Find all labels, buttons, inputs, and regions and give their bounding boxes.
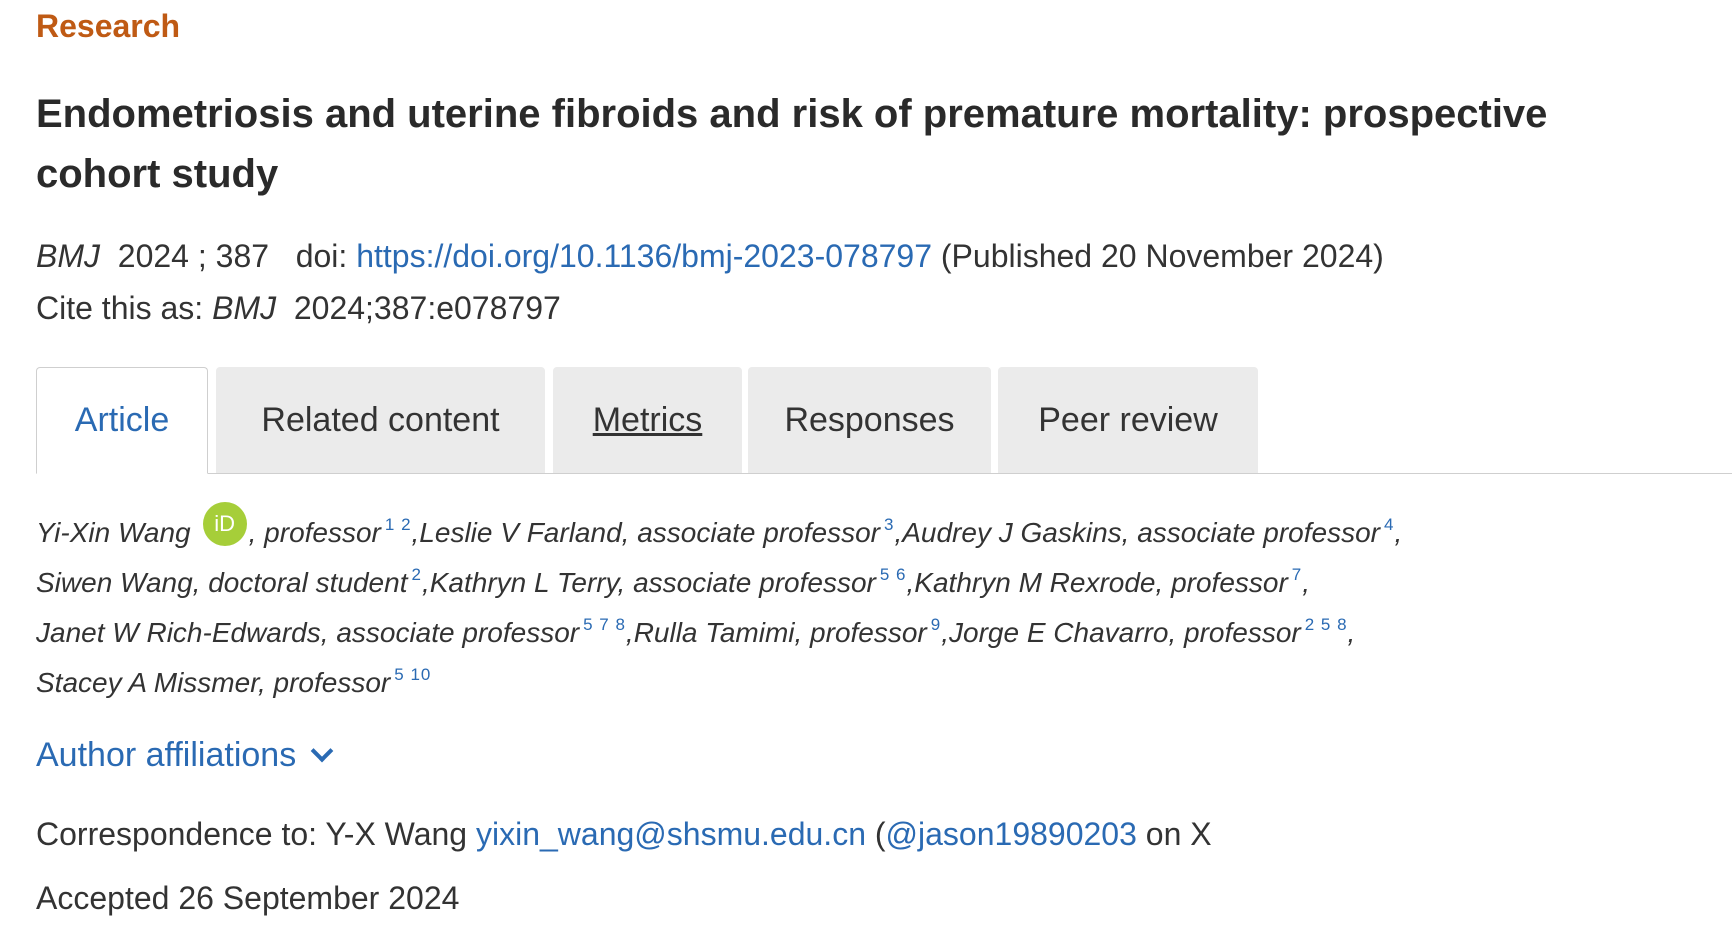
tab-article-label: Article bbox=[74, 401, 170, 439]
cite-as-value: 2024;387:e078797 bbox=[293, 290, 561, 326]
chevron-down-icon bbox=[310, 739, 334, 762]
correspondence-suffix: on X bbox=[1145, 816, 1212, 852]
correspondence-prefix: Correspondence to: Y-X Wang bbox=[36, 816, 468, 852]
author-separator: , bbox=[1302, 567, 1311, 598]
citation-separator: ; bbox=[197, 238, 207, 274]
article-tabs: Article Related content Metrics Response… bbox=[36, 367, 1732, 474]
author-name[interactable]: Janet W Rich-Edwards, associate professo… bbox=[36, 617, 579, 648]
author-name[interactable]: Stacey A Missmer, professor bbox=[36, 667, 390, 698]
tab-responses[interactable]: Responses bbox=[748, 367, 991, 473]
affiliation-ref[interactable]: 9 bbox=[931, 615, 941, 634]
author-name[interactable]: ,Rulla Tamimi, professor bbox=[626, 617, 927, 648]
tab-peer-review-label: Peer review bbox=[1038, 400, 1218, 439]
accepted-date: Accepted 26 September 2024 bbox=[36, 880, 460, 916]
affiliation-ref[interactable]: 2 5 8 bbox=[1305, 615, 1348, 634]
tab-related-content-label: Related content bbox=[261, 400, 500, 439]
cite-as-line: Cite this as: BMJ 2024;387:e078797 bbox=[36, 290, 561, 327]
author-role: , professor bbox=[248, 517, 381, 548]
author-line-4: Stacey A Missmer, professor 5 10 bbox=[36, 658, 1716, 708]
author-name[interactable]: Siwen Wang, doctoral student bbox=[36, 567, 407, 598]
tab-metrics[interactable]: Metrics bbox=[553, 367, 742, 473]
affiliation-ref[interactable]: 3 bbox=[884, 515, 894, 534]
affiliation-ref[interactable]: 5 10 bbox=[394, 665, 431, 684]
affiliation-ref[interactable]: 4 bbox=[1384, 515, 1394, 534]
handle-open-paren: ( bbox=[874, 816, 886, 852]
orcid-icon[interactable]: iD bbox=[202, 502, 247, 546]
citation-line: BMJ 2024 ; 387 doi: https://doi.org/10.1… bbox=[36, 238, 1384, 275]
author-line-3: Janet W Rich-Edwards, associate professo… bbox=[36, 608, 1716, 658]
author-name[interactable]: ,Kathryn L Terry, associate professor bbox=[422, 567, 876, 598]
doi-link[interactable]: https://doi.org/10.1136/bmj-2023-078797 bbox=[356, 238, 932, 274]
x-handle-link[interactable]: @jason19890203 bbox=[886, 816, 1137, 852]
tab-metrics-label: Metrics bbox=[592, 400, 703, 439]
author-affiliations-label: Author affiliations bbox=[36, 736, 297, 774]
cite-as-journal: BMJ bbox=[212, 290, 277, 326]
tab-responses-label: Responses bbox=[784, 400, 955, 439]
tab-peer-review[interactable]: Peer review bbox=[998, 367, 1258, 473]
author-name[interactable]: ,Leslie V Farland, associate professor bbox=[412, 517, 880, 548]
citation-year: 2024 bbox=[117, 238, 189, 274]
author-affiliations-toggle[interactable]: Author affiliations bbox=[36, 736, 334, 775]
author-list: Yi-Xin Wang iD, professor 1 2,Leslie V Far… bbox=[36, 502, 1716, 708]
tab-article[interactable]: Article bbox=[36, 367, 208, 474]
cite-as-label: Cite this as: bbox=[36, 290, 204, 326]
author-line-2: Siwen Wang, doctoral student 2,Kathryn L … bbox=[36, 558, 1716, 608]
affiliation-ref[interactable]: 7 bbox=[1292, 565, 1302, 584]
author-separator: , bbox=[1394, 517, 1403, 548]
tab-related-content[interactable]: Related content bbox=[216, 367, 545, 473]
tabs-divider bbox=[36, 473, 1732, 474]
doi-label: doi: bbox=[295, 238, 348, 274]
author-name[interactable]: ,Jorge E Chavarro, professor bbox=[941, 617, 1301, 648]
citation-volume: 387 bbox=[215, 238, 270, 274]
correspondence-email-link[interactable]: yixin_wang@shsmu.edu.cn bbox=[476, 816, 866, 852]
author-name[interactable]: ,Audrey J Gaskins, associate professor bbox=[894, 517, 1380, 548]
journal-name: BMJ bbox=[36, 238, 100, 274]
author-name[interactable]: Yi-Xin Wang bbox=[36, 517, 191, 548]
affiliation-ref[interactable]: 5 6 bbox=[880, 565, 907, 584]
section-label: Research bbox=[36, 8, 181, 44]
published-date: (Published 20 November 2024) bbox=[940, 238, 1384, 274]
author-separator: , bbox=[1347, 617, 1356, 648]
author-line-1: Yi-Xin Wang iD, professor 1 2,Leslie V Far… bbox=[36, 502, 1716, 558]
correspondence-line: Correspondence to: Y-X Wang yixin_wang@s… bbox=[36, 816, 1212, 853]
affiliation-ref[interactable]: 1 2 bbox=[385, 515, 412, 534]
author-name[interactable]: ,Kathryn M Rexrode, professor bbox=[907, 567, 1288, 598]
article-title: Endometriosis and uterine fibroids and r… bbox=[36, 92, 1548, 196]
affiliation-ref[interactable]: 5 7 8 bbox=[583, 615, 626, 634]
affiliation-ref[interactable]: 2 bbox=[411, 565, 421, 584]
